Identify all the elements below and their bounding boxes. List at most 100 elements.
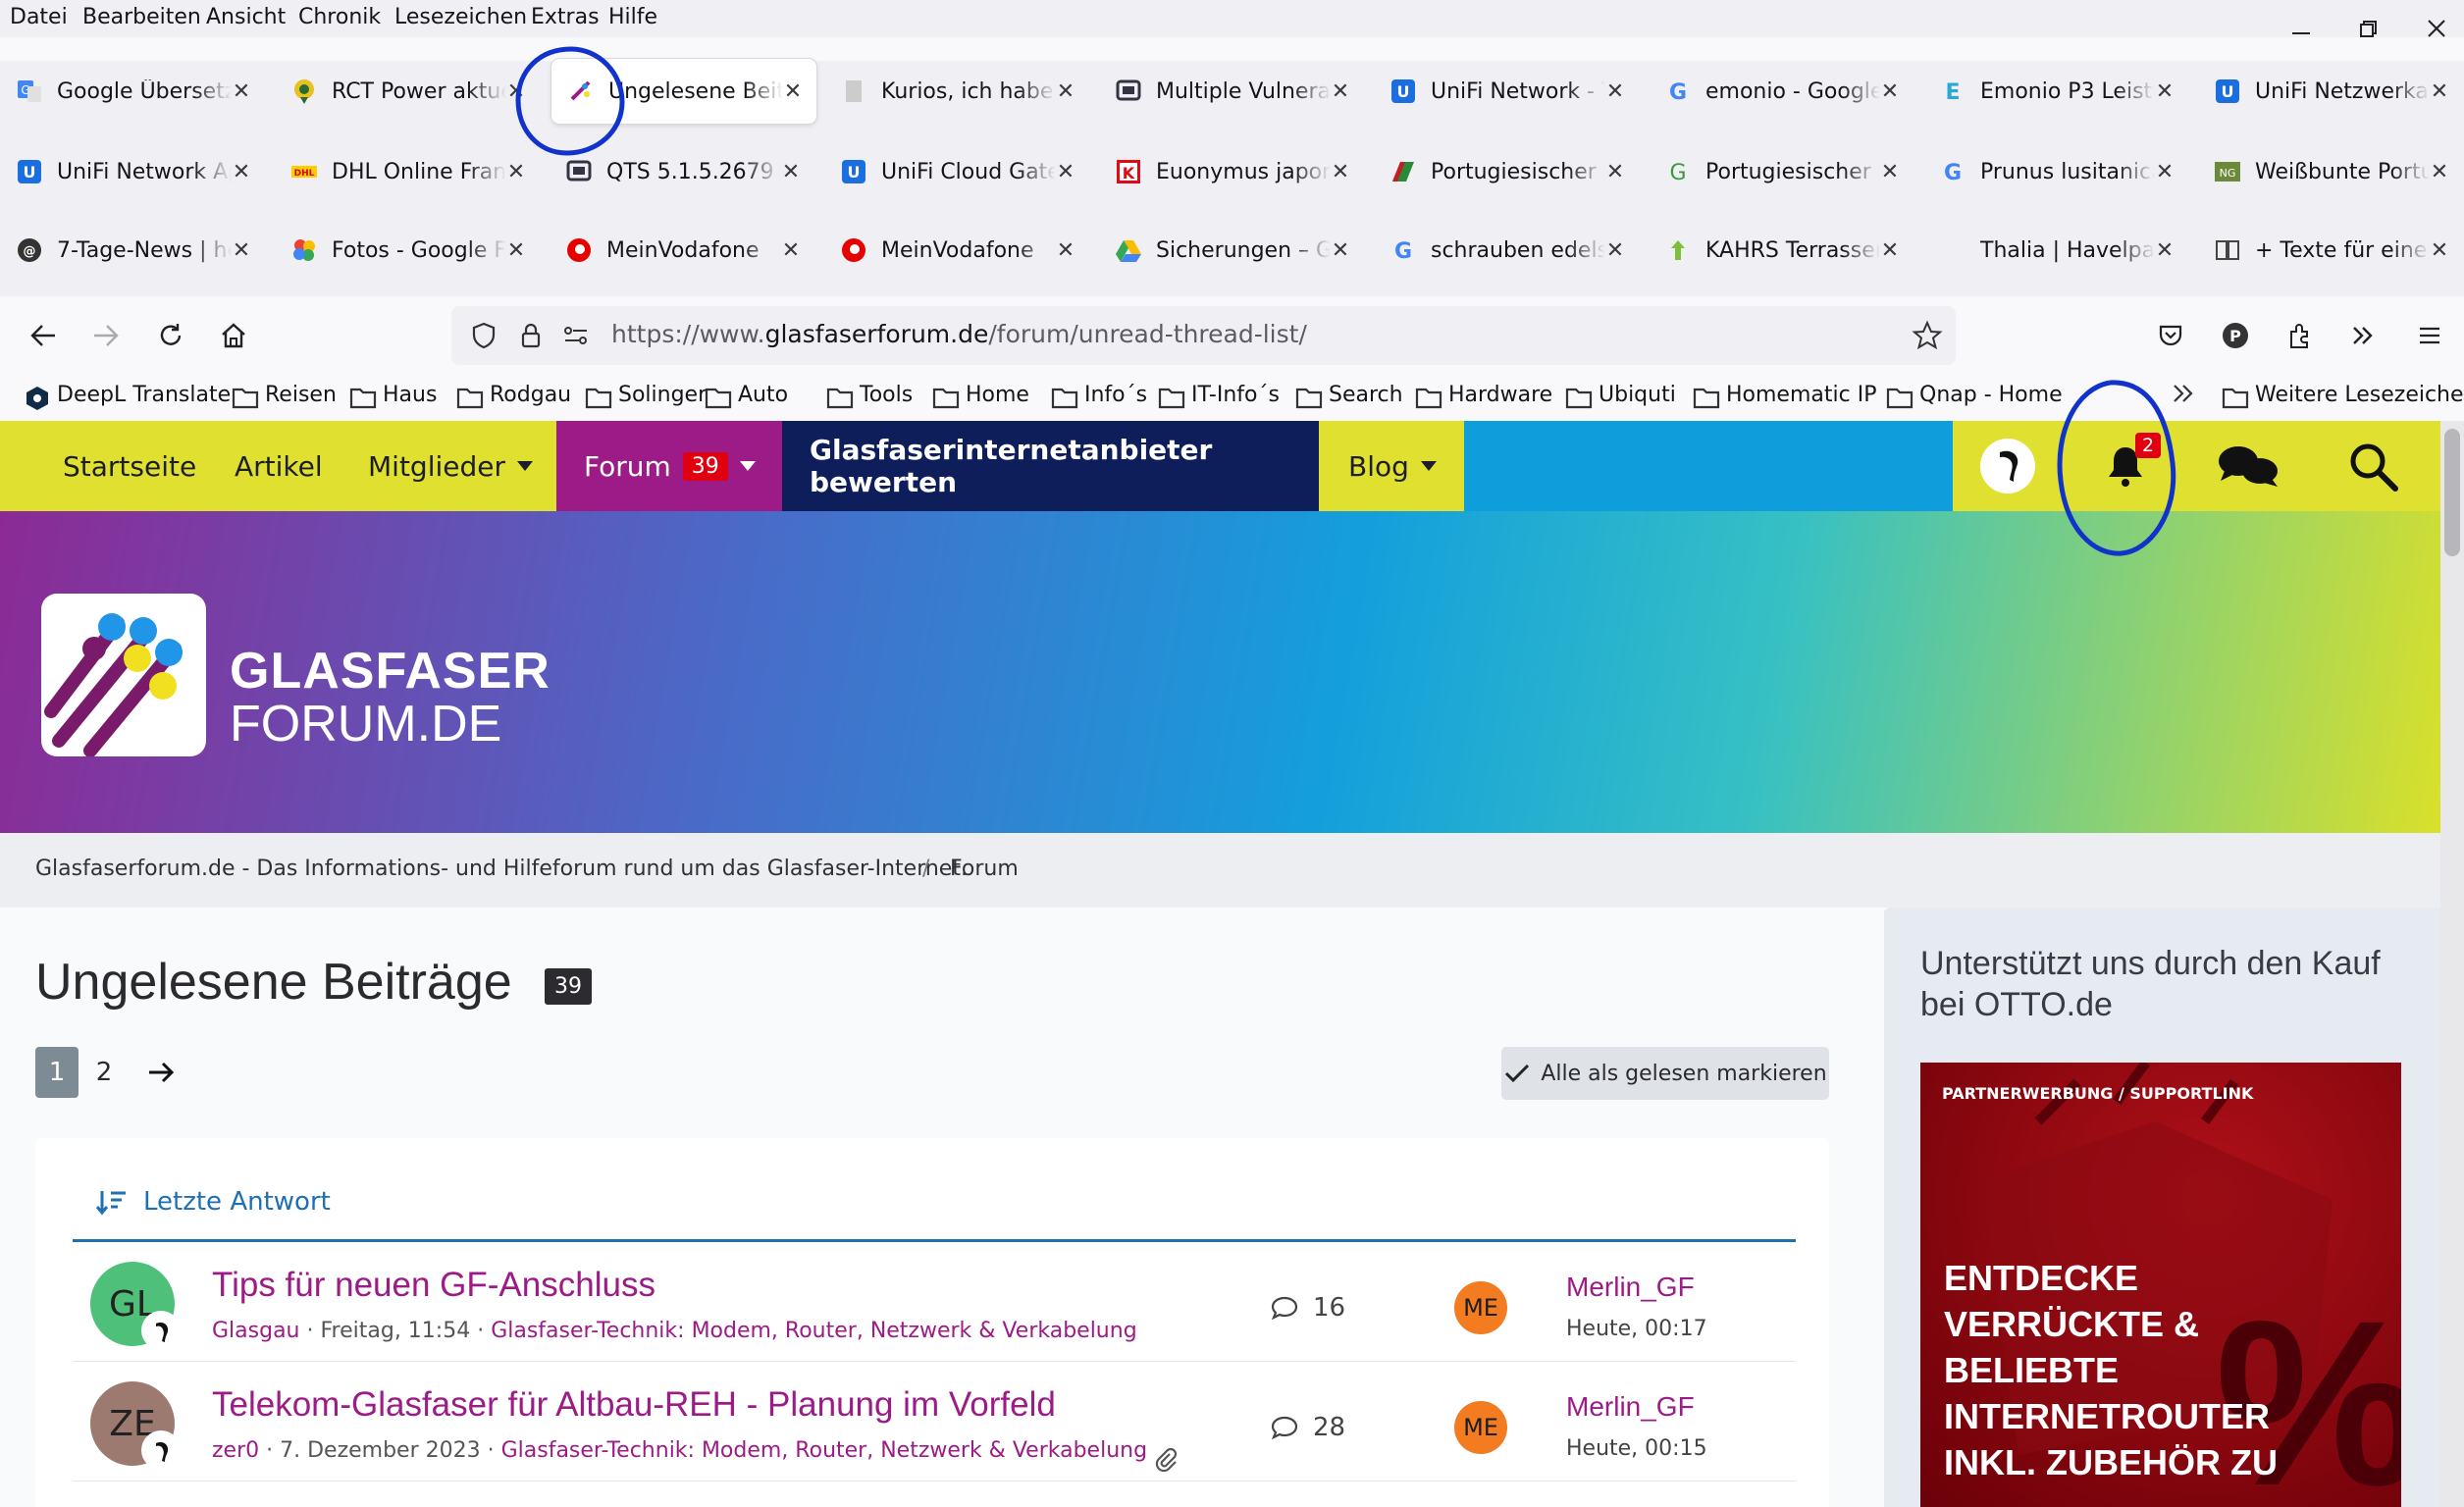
last-poster-avatar[interactable]: ME	[1454, 1401, 1507, 1454]
close-tab-icon[interactable]: ✕	[2155, 238, 2175, 263]
thread-title[interactable]: Tips für neuen GF-Anschluss	[212, 1266, 655, 1305]
close-tab-icon[interactable]: ✕	[781, 238, 801, 263]
nav-artikel[interactable]: Artikel	[235, 421, 323, 511]
thread-author[interactable]: zer0	[212, 1438, 259, 1463]
bookmark-item[interactable]: Qnap - Home	[1886, 383, 2063, 408]
bookmark-item[interactable]: Auto	[705, 383, 788, 408]
tab-r3-7[interactable]: KAHRS Terrassenholz✕	[1649, 218, 1914, 283]
close-tab-icon[interactable]: ✕	[232, 160, 251, 184]
more-tools-icon[interactable]	[2341, 314, 2385, 357]
bookmarks-overflow-icon[interactable]	[2171, 383, 2196, 404]
tab-r3-2[interactable]: Fotos - Google Fotos✕	[275, 218, 540, 283]
hamburger-menu-icon[interactable]	[2408, 314, 2451, 357]
mark-all-read-button[interactable]: Alle als gelesen markieren	[1501, 1047, 1829, 1100]
bookmark-item[interactable]: Homematic IP	[1693, 383, 1876, 408]
close-tab-icon[interactable]: ✕	[1605, 79, 1625, 104]
pagination-page-2[interactable]: 2	[82, 1047, 126, 1098]
other-bookmarks[interactable]: Weitere Lesezeichen	[2222, 383, 2464, 408]
sidebar-advertisement[interactable]: % PARTNERWERBUNG / SUPPORTLINK ENTDECKE …	[1920, 1063, 2401, 1507]
menu-hilfe[interactable]: Hilfe	[608, 5, 657, 29]
bookmark-item[interactable]: Ubiquti	[1565, 383, 1676, 408]
search-button[interactable]	[2324, 421, 2422, 511]
close-tab-icon[interactable]: ✕	[2155, 160, 2175, 184]
close-tab-icon[interactable]: ✕	[506, 238, 526, 263]
bookmark-item[interactable]: DeepL Translate	[24, 383, 231, 410]
tab-r3-4[interactable]: MeinVodafone ✕	[824, 218, 1089, 283]
sort-selector[interactable]: Letzte Antwort	[94, 1187, 331, 1217]
bookmark-item[interactable]: Search	[1295, 383, 1403, 408]
bookmark-item[interactable]: Reisen	[232, 383, 337, 408]
conversations-button[interactable]	[2200, 421, 2298, 511]
shield-icon[interactable]	[469, 321, 498, 350]
tab-r1-9[interactable]: U UniFi Netzwerkanalyse✕	[2198, 59, 2463, 124]
nav-forum[interactable]: Forum 39	[556, 421, 782, 511]
close-tab-icon[interactable]: ✕	[1056, 79, 1075, 104]
tab-r2-4[interactable]: U UniFi Cloud Gateway✕	[824, 139, 1089, 204]
close-tab-icon[interactable]: ✕	[1605, 160, 1625, 184]
nav-startseite[interactable]: Startseite	[63, 421, 196, 511]
minimize-icon[interactable]	[2286, 14, 2316, 43]
menu-bearbeiten[interactable]: Bearbeiten	[82, 5, 201, 29]
page-scrollbar[interactable]	[2440, 421, 2464, 1507]
bookmark-item[interactable]: Info´s	[1051, 383, 1147, 408]
tab-r2-1[interactable]: U UniFi Network App✕	[0, 139, 265, 204]
permissions-icon[interactable]	[561, 321, 591, 350]
tab-r3-8[interactable]: Thalia | Havelpark Dallgow✕	[1923, 218, 2188, 283]
close-tab-icon[interactable]: ✕	[1331, 238, 1350, 263]
breadcrumb-forum[interactable]: Forum	[950, 857, 1019, 881]
tab-r1-8[interactable]: E Emonio P3 Leistung✕	[1923, 59, 2188, 124]
menu-lesezeichen[interactable]: Lesezeichen	[394, 5, 527, 29]
close-tab-icon[interactable]: ✕	[1331, 160, 1350, 184]
tab-r2-8[interactable]: G Prunus lusitanica ✕	[1923, 139, 2188, 204]
bookmark-item[interactable]: Rodgau	[456, 383, 571, 408]
bookmark-item[interactable]: Hardware	[1415, 383, 1552, 408]
nav-mitglieder[interactable]: Mitglieder	[368, 421, 533, 511]
url-bar[interactable]: https://www.glasfaserforum.de/forum/unre…	[451, 306, 1956, 365]
close-tab-icon[interactable]: ✕	[783, 79, 803, 104]
tab-r2-3[interactable]: QTS 5.1.5.2679 build✕	[550, 139, 814, 204]
tab-r3-6[interactable]: Gschrauben edelstahl✕	[1374, 218, 1639, 283]
tab-r1-7[interactable]: Gemonio - Google Suche✕	[1649, 59, 1914, 124]
extensions-icon[interactable]	[2279, 314, 2322, 357]
tab-r1-3[interactable]: Ungelesene Beiträge✕	[551, 59, 816, 124]
pocket-icon[interactable]	[2149, 314, 2192, 357]
menu-extras[interactable]: Extras	[531, 5, 600, 29]
close-tab-icon[interactable]: ✕	[232, 238, 251, 263]
user-avatar-button[interactable]	[1959, 421, 2057, 511]
tab-r3-1[interactable]: @7-Tage-News | heise✕	[0, 218, 265, 283]
home-icon[interactable]	[212, 314, 255, 357]
thread-forum[interactable]: Glasfaser-Technik: Modem, Router, Netzwe…	[491, 1319, 1136, 1343]
menu-ansicht[interactable]: Ansicht	[206, 5, 286, 29]
close-window-icon[interactable]	[2422, 14, 2451, 43]
restore-icon[interactable]	[2353, 14, 2383, 43]
nav-blog[interactable]: Blog	[1348, 421, 1437, 511]
close-tab-icon[interactable]: ✕	[506, 79, 526, 104]
close-tab-icon[interactable]: ✕	[1880, 160, 1900, 184]
tab-r2-7[interactable]: G Portugiesischer Kirschlorbeer✕	[1649, 139, 1914, 204]
pagination-page-1[interactable]: 1	[35, 1047, 79, 1098]
scrollbar-thumb[interactable]	[2444, 429, 2460, 556]
close-tab-icon[interactable]: ✕	[1331, 79, 1350, 104]
tab-r2-9[interactable]: NG Weißbunte Portugiesische✕	[2198, 139, 2463, 204]
thread-author[interactable]: Glasgau	[212, 1319, 300, 1343]
thread-forum[interactable]: Glasfaser-Technik: Modem, Router, Netzwe…	[501, 1438, 1147, 1463]
close-tab-icon[interactable]: ✕	[781, 160, 801, 184]
tab-r2-5[interactable]: K Euonymus japonicus✕	[1099, 139, 1364, 204]
last-poster-name[interactable]: Merlin_GF	[1566, 1272, 1695, 1303]
tab-r2-2[interactable]: DHL DHL Online Frankieren✕	[275, 139, 540, 204]
nav-anbieter-bewerten[interactable]: Glasfaserinternetanbieter bewerten	[782, 421, 1319, 511]
tab-r2-6[interactable]: Portugiesischer Kirschlorbeer✕	[1374, 139, 1639, 204]
url-text[interactable]: https://www.glasfaserforum.de/forum/unre…	[611, 320, 1307, 348]
close-tab-icon[interactable]: ✕	[2430, 79, 2449, 104]
pagination-next[interactable]	[139, 1047, 183, 1098]
bookmark-item[interactable]: Tools	[826, 383, 913, 408]
tab-r1-1[interactable]: G Google Übersetzer✕	[0, 59, 265, 124]
profile-icon[interactable]: P	[2214, 314, 2257, 357]
menu-chronik[interactable]: Chronik	[298, 5, 381, 29]
close-tab-icon[interactable]: ✕	[1056, 238, 1075, 263]
tab-r3-3[interactable]: MeinVodafone ✕	[550, 218, 814, 283]
close-tab-icon[interactable]: ✕	[232, 79, 251, 104]
close-tab-icon[interactable]: ✕	[1880, 79, 1900, 104]
notifications-button[interactable]: 2	[2076, 421, 2175, 511]
thread-title[interactable]: Telekom-Glasfaser für Altbau-REH - Planu…	[212, 1385, 1056, 1425]
